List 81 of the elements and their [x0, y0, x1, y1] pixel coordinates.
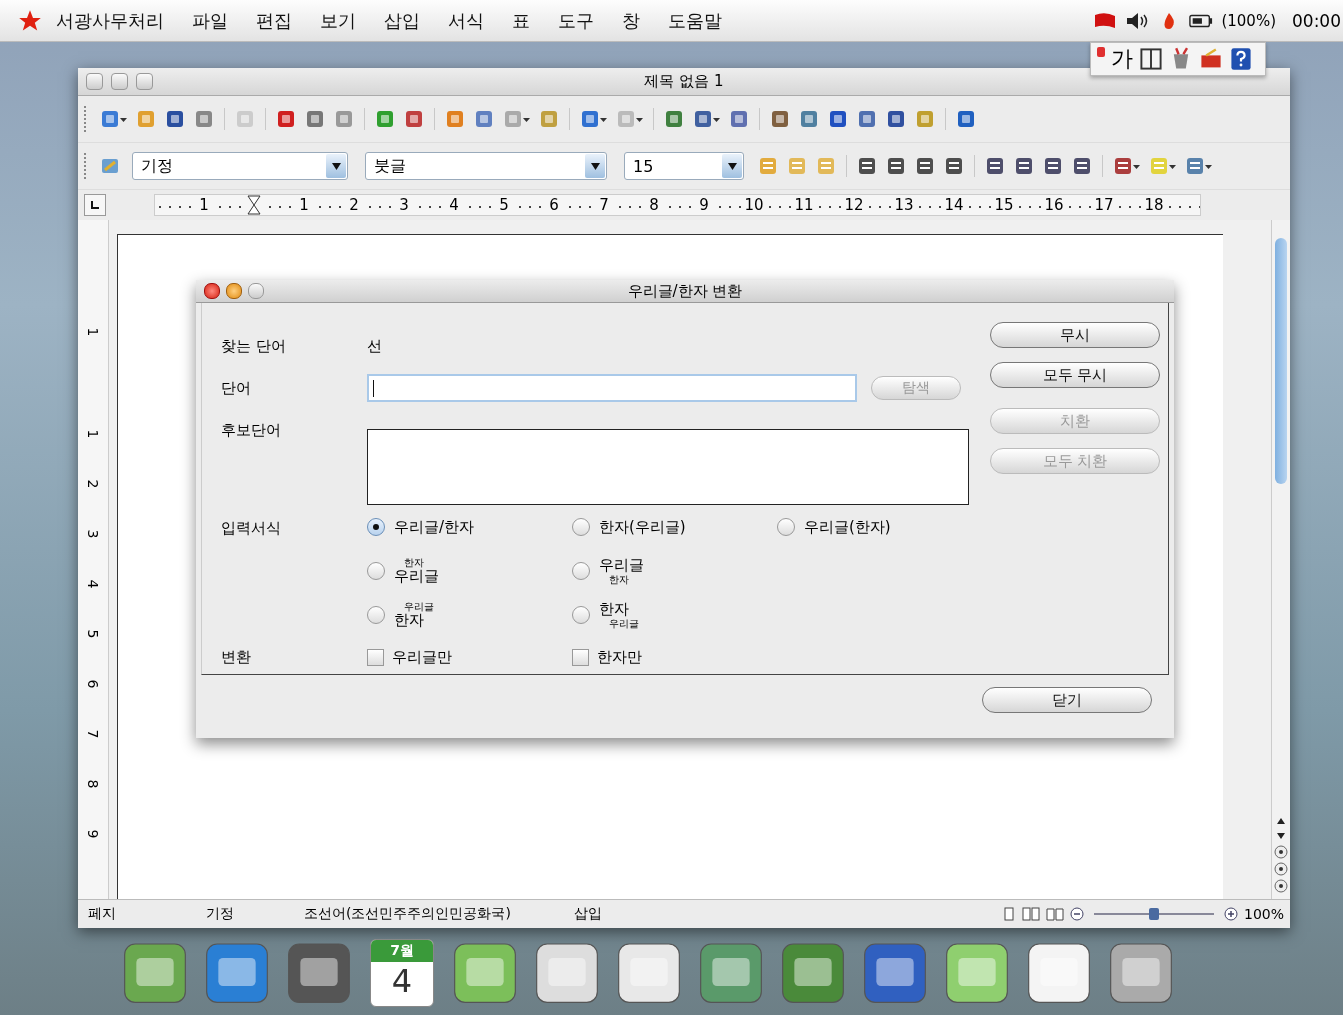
ruler-number: 1 — [85, 327, 101, 337]
window-title: 제목 없음 1 — [643, 72, 725, 91]
vertical-scrollbar[interactable] — [1271, 220, 1290, 899]
ruler-number: 1 — [85, 429, 101, 439]
two-page-view-icon[interactable] — [1021, 907, 1040, 921]
candidate-list[interactable] — [367, 429, 969, 505]
scrollbar-thumb[interactable] — [1275, 238, 1287, 484]
ruler-number: 5 — [85, 629, 101, 639]
paragraph-style-dropdown[interactable]: 기정 — [132, 152, 348, 180]
radio-option[interactable]: 우리글 한자 — [572, 549, 777, 593]
ruler-number: 9 — [85, 829, 101, 839]
close-button[interactable] — [204, 283, 220, 299]
tab-stop-selector[interactable] — [84, 194, 106, 216]
checkbox-option[interactable]: 우리글만 — [367, 647, 572, 667]
field-label: 입력서식 — [221, 519, 282, 538]
checkbox-option[interactable]: 한자만 — [572, 647, 777, 667]
found-word: 선 — [367, 337, 382, 356]
minimize-button[interactable] — [226, 283, 242, 299]
language-indicator: 조선어(조선민주주의인민공화국) — [304, 905, 512, 923]
minimize-button[interactable] — [111, 73, 128, 90]
field-label: 단어 — [221, 378, 252, 398]
menu-item[interactable]: 도움말 — [668, 8, 722, 33]
menu-item[interactable]: 표 — [512, 8, 530, 33]
indent-marker-icon[interactable] — [247, 195, 261, 215]
menu-item[interactable]: 보기 — [320, 8, 356, 33]
menu-item[interactable]: 서식 — [448, 8, 484, 33]
radio-option[interactable]: 우리글 한자 — [367, 593, 572, 637]
font-size-dropdown[interactable]: 15 — [624, 152, 744, 180]
page-indicator: 페지 — [88, 905, 117, 923]
font-name-dropdown[interactable]: 붓글 — [365, 152, 607, 180]
word-input-field[interactable] — [367, 374, 857, 402]
ruler-number: 6 — [85, 679, 101, 689]
single-page-view-icon[interactable] — [1001, 907, 1016, 921]
clock[interactable]: 00:00 — [1292, 10, 1341, 31]
zoom-in-icon[interactable] — [1223, 907, 1238, 921]
dialog-title: 우리글/한자 변환 — [626, 281, 744, 301]
radio-option[interactable]: 한자(우리글) — [572, 505, 777, 549]
zoom-button[interactable] — [136, 73, 153, 90]
speaker-icon[interactable] — [1125, 11, 1150, 30]
page-nav-icon[interactable] — [1274, 862, 1288, 876]
menu-item[interactable]: 창 — [622, 8, 640, 33]
field-label: 찾는 단어 — [221, 337, 287, 356]
menu-item[interactable]: 도구 — [558, 8, 594, 33]
dialog-button[interactable]: 모두 무시 — [990, 362, 1160, 388]
close-dialog-button[interactable]: 닫기 — [982, 687, 1152, 713]
field-label: 변환 — [221, 647, 252, 667]
field-label: 후보단어 — [221, 421, 282, 440]
menu-item[interactable]: 편집 — [256, 8, 292, 33]
flag-icon[interactable] — [1093, 11, 1118, 30]
app-name[interactable]: 서광사무처리 — [56, 8, 164, 33]
columns-icon[interactable] — [1139, 47, 1163, 71]
zoom-button[interactable] — [248, 283, 264, 299]
battery-percent: (100%) — [1221, 11, 1276, 30]
zoom-out-icon[interactable] — [1069, 907, 1084, 921]
insert-mode[interactable]: 삽입 — [574, 905, 634, 923]
ruler-number: 7 — [85, 729, 101, 739]
dropdown-arrow-icon — [331, 162, 341, 170]
ruler-number: 2 — [85, 479, 101, 489]
dropdown-arrow-icon — [727, 162, 737, 170]
star-icon[interactable] — [18, 8, 42, 33]
radio-option[interactable]: 우리글/한자 — [367, 505, 572, 549]
radio-option[interactable]: 한자 우리글 — [572, 593, 777, 637]
ruler-number: 8 — [85, 779, 101, 789]
menu-item[interactable]: 삽입 — [384, 8, 420, 33]
page-nav-icon[interactable] — [1274, 879, 1288, 893]
ruler-number: 4 — [85, 579, 101, 589]
dropdown-arrow-icon — [590, 162, 600, 170]
horizontal-ruler[interactable]: 1 1 2 3 4 5 6 7 8 9 10 11 12 13 14 15 16 17 18 — [154, 194, 1201, 216]
radio-option[interactable]: 한자 우리글 — [367, 549, 572, 593]
input-mode-button[interactable]: 가 — [1111, 44, 1133, 74]
ruler-number: 3 — [85, 529, 101, 539]
radio-option[interactable]: 우리글(한자) — [777, 505, 982, 549]
calendar-icon[interactable]: 7월 4 — [370, 939, 434, 1007]
book-view-icon[interactable] — [1045, 907, 1064, 921]
page-nav-icon[interactable] — [1274, 845, 1288, 859]
help-book-icon[interactable] — [1229, 47, 1253, 71]
menu-item[interactable]: 파일 — [192, 8, 228, 33]
dialog-button[interactable]: 무시 — [990, 322, 1160, 348]
page-style: 기정 — [206, 905, 235, 923]
left-tab-icon — [90, 200, 100, 210]
zoom-percent: 100% — [1243, 906, 1284, 922]
